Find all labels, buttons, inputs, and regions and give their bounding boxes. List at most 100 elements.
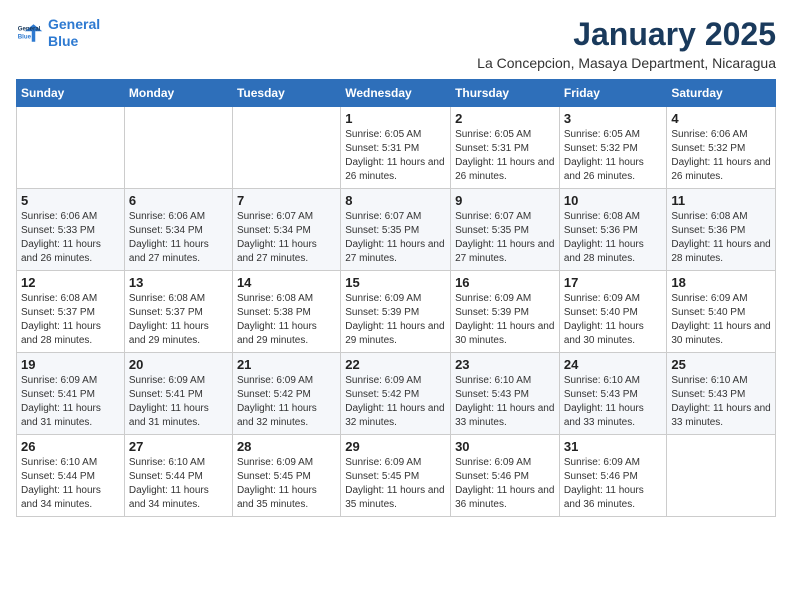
- day-number: 1: [345, 111, 446, 126]
- day-cell: 3 Sunrise: 6:05 AM Sunset: 5:32 PM Daylig…: [559, 107, 667, 189]
- col-header-thursday: Thursday: [451, 80, 560, 107]
- logo-line2: Blue: [48, 33, 78, 49]
- day-info: Sunrise: 6:10 AM Sunset: 5:44 PM Dayligh…: [21, 456, 120, 512]
- day-cell: 30 Sunrise: 6:09 AM Sunset: 5:46 PM Dayli…: [451, 435, 560, 517]
- logo-icon: General Blue: [16, 19, 44, 47]
- day-cell: 12 Sunrise: 6:08 AM Sunset: 5:37 PM Dayli…: [17, 271, 125, 353]
- day-number: 10: [564, 193, 663, 208]
- day-number: 19: [21, 357, 120, 372]
- day-info: Sunrise: 6:10 AM Sunset: 5:43 PM Dayligh…: [671, 374, 771, 430]
- day-number: 29: [345, 439, 446, 454]
- week-row-5: 26 Sunrise: 6:10 AM Sunset: 5:44 PM Dayli…: [17, 435, 776, 517]
- col-header-saturday: Saturday: [667, 80, 776, 107]
- day-info: Sunrise: 6:07 AM Sunset: 5:34 PM Dayligh…: [237, 210, 336, 266]
- day-cell: 26 Sunrise: 6:10 AM Sunset: 5:44 PM Dayli…: [17, 435, 125, 517]
- day-cell: [232, 107, 340, 189]
- day-info: Sunrise: 6:09 AM Sunset: 5:39 PM Dayligh…: [455, 292, 555, 348]
- day-number: 2: [455, 111, 555, 126]
- week-row-4: 19 Sunrise: 6:09 AM Sunset: 5:41 PM Dayli…: [17, 353, 776, 435]
- month-title: January 2025: [477, 16, 776, 53]
- col-header-sunday: Sunday: [17, 80, 125, 107]
- svg-text:General: General: [18, 25, 41, 32]
- day-cell: 15Sunrise: 6:09 AM Sunset: 5:39 PM Dayli…: [341, 271, 451, 353]
- day-cell: 16 Sunrise: 6:09 AM Sunset: 5:39 PM Dayli…: [451, 271, 560, 353]
- title-area: January 2025 La Concepcion, Masaya Depar…: [477, 16, 776, 71]
- day-number: 23: [455, 357, 555, 372]
- day-cell: 5 Sunrise: 6:06 AM Sunset: 5:33 PM Daylig…: [17, 189, 125, 271]
- calendar-table: SundayMondayTuesdayWednesdayThursdayFrid…: [16, 79, 776, 517]
- day-cell: 1 Sunrise: 6:05 AM Sunset: 5:31 PM Daylig…: [341, 107, 451, 189]
- day-cell: [124, 107, 232, 189]
- day-info: Sunrise: 6:08 AM Sunset: 5:36 PM Dayligh…: [564, 210, 663, 266]
- col-header-friday: Friday: [559, 80, 667, 107]
- day-info: Sunrise: 6:09 AM Sunset: 5:40 PM Dayligh…: [564, 292, 663, 348]
- day-number: 16: [455, 275, 555, 290]
- day-info: Sunrise: 6:05 AM Sunset: 5:32 PM Dayligh…: [564, 128, 663, 184]
- day-number: 12: [21, 275, 120, 290]
- day-cell: 14 Sunrise: 6:08 AM Sunset: 5:38 PM Dayli…: [232, 271, 340, 353]
- day-info: Sunrise: 6:09 AM Sunset: 5:46 PM Dayligh…: [455, 456, 555, 512]
- day-info: Sunrise: 6:09 AM Sunset: 5:41 PM Dayligh…: [21, 374, 120, 430]
- day-number: 13: [129, 275, 228, 290]
- day-number: 18: [671, 275, 771, 290]
- day-number: 5: [21, 193, 120, 208]
- location-title: La Concepcion, Masaya Department, Nicara…: [477, 55, 776, 71]
- day-cell: 18 Sunrise: 6:09 AM Sunset: 5:40 PM Dayli…: [667, 271, 776, 353]
- day-cell: 27 Sunrise: 6:10 AM Sunset: 5:44 PM Dayli…: [124, 435, 232, 517]
- week-row-3: 12 Sunrise: 6:08 AM Sunset: 5:37 PM Dayli…: [17, 271, 776, 353]
- day-cell: 10 Sunrise: 6:08 AM Sunset: 5:36 PM Dayli…: [559, 189, 667, 271]
- day-number: 27: [129, 439, 228, 454]
- day-cell: 9 Sunrise: 6:07 AM Sunset: 5:35 PM Daylig…: [451, 189, 560, 271]
- day-cell: 29Sunrise: 6:09 AM Sunset: 5:45 PM Dayli…: [341, 435, 451, 517]
- day-number: 31: [564, 439, 663, 454]
- day-number: 26: [21, 439, 120, 454]
- day-cell: 28 Sunrise: 6:09 AM Sunset: 5:45 PM Dayli…: [232, 435, 340, 517]
- day-cell: 20Sunrise: 6:09 AM Sunset: 5:41 PM Dayli…: [124, 353, 232, 435]
- day-cell: 2 Sunrise: 6:05 AM Sunset: 5:31 PM Daylig…: [451, 107, 560, 189]
- day-info: Sunrise: 6:06 AM Sunset: 5:33 PM Dayligh…: [21, 210, 120, 266]
- week-row-1: 1 Sunrise: 6:05 AM Sunset: 5:31 PM Daylig…: [17, 107, 776, 189]
- day-info: Sunrise: 6:09 AM Sunset: 5:39 PM Dayligh…: [345, 292, 446, 348]
- col-header-tuesday: Tuesday: [232, 80, 340, 107]
- day-number: 11: [671, 193, 771, 208]
- day-info: Sunrise: 6:08 AM Sunset: 5:36 PM Dayligh…: [671, 210, 771, 266]
- header: General Blue General Blue January 2025 L…: [16, 16, 776, 71]
- day-info: Sunrise: 6:08 AM Sunset: 5:38 PM Dayligh…: [237, 292, 336, 348]
- col-header-wednesday: Wednesday: [341, 80, 451, 107]
- day-info: Sunrise: 6:08 AM Sunset: 5:37 PM Dayligh…: [129, 292, 228, 348]
- day-cell: 25 Sunrise: 6:10 AM Sunset: 5:43 PM Dayli…: [667, 353, 776, 435]
- logo-text: General Blue: [48, 16, 100, 50]
- day-number: 30: [455, 439, 555, 454]
- day-number: 20: [129, 357, 228, 372]
- day-info: Sunrise: 6:10 AM Sunset: 5:44 PM Dayligh…: [129, 456, 228, 512]
- day-info: Sunrise: 6:08 AM Sunset: 5:37 PM Dayligh…: [21, 292, 120, 348]
- day-number: 25: [671, 357, 771, 372]
- day-number: 9: [455, 193, 555, 208]
- day-cell: 19 Sunrise: 6:09 AM Sunset: 5:41 PM Dayli…: [17, 353, 125, 435]
- day-info: Sunrise: 6:09 AM Sunset: 5:40 PM Dayligh…: [671, 292, 771, 348]
- day-number: 3: [564, 111, 663, 126]
- week-row-2: 5 Sunrise: 6:06 AM Sunset: 5:33 PM Daylig…: [17, 189, 776, 271]
- day-cell: 17Sunrise: 6:09 AM Sunset: 5:40 PM Dayli…: [559, 271, 667, 353]
- day-cell: 13 Sunrise: 6:08 AM Sunset: 5:37 PM Dayli…: [124, 271, 232, 353]
- day-cell: [667, 435, 776, 517]
- day-number: 28: [237, 439, 336, 454]
- day-info: Sunrise: 6:07 AM Sunset: 5:35 PM Dayligh…: [455, 210, 555, 266]
- day-number: 21: [237, 357, 336, 372]
- col-header-monday: Monday: [124, 80, 232, 107]
- day-info: Sunrise: 6:06 AM Sunset: 5:32 PM Dayligh…: [671, 128, 771, 184]
- day-info: Sunrise: 6:07 AM Sunset: 5:35 PM Dayligh…: [345, 210, 446, 266]
- day-number: 22: [345, 357, 446, 372]
- day-cell: 21 Sunrise: 6:09 AM Sunset: 5:42 PM Dayli…: [232, 353, 340, 435]
- day-number: 14: [237, 275, 336, 290]
- day-info: Sunrise: 6:06 AM Sunset: 5:34 PM Dayligh…: [129, 210, 228, 266]
- day-info: Sunrise: 6:05 AM Sunset: 5:31 PM Dayligh…: [455, 128, 555, 184]
- day-number: 8: [345, 193, 446, 208]
- day-info: Sunrise: 6:05 AM Sunset: 5:31 PM Dayligh…: [345, 128, 446, 184]
- day-info: Sunrise: 6:09 AM Sunset: 5:42 PM Dayligh…: [237, 374, 336, 430]
- day-cell: 11 Sunrise: 6:08 AM Sunset: 5:36 PM Dayli…: [667, 189, 776, 271]
- day-info: Sunrise: 6:09 AM Sunset: 5:45 PM Dayligh…: [237, 456, 336, 512]
- day-cell: 31Sunrise: 6:09 AM Sunset: 5:46 PM Dayli…: [559, 435, 667, 517]
- logo: General Blue General Blue: [16, 16, 100, 50]
- day-cell: 24Sunrise: 6:10 AM Sunset: 5:43 PM Dayli…: [559, 353, 667, 435]
